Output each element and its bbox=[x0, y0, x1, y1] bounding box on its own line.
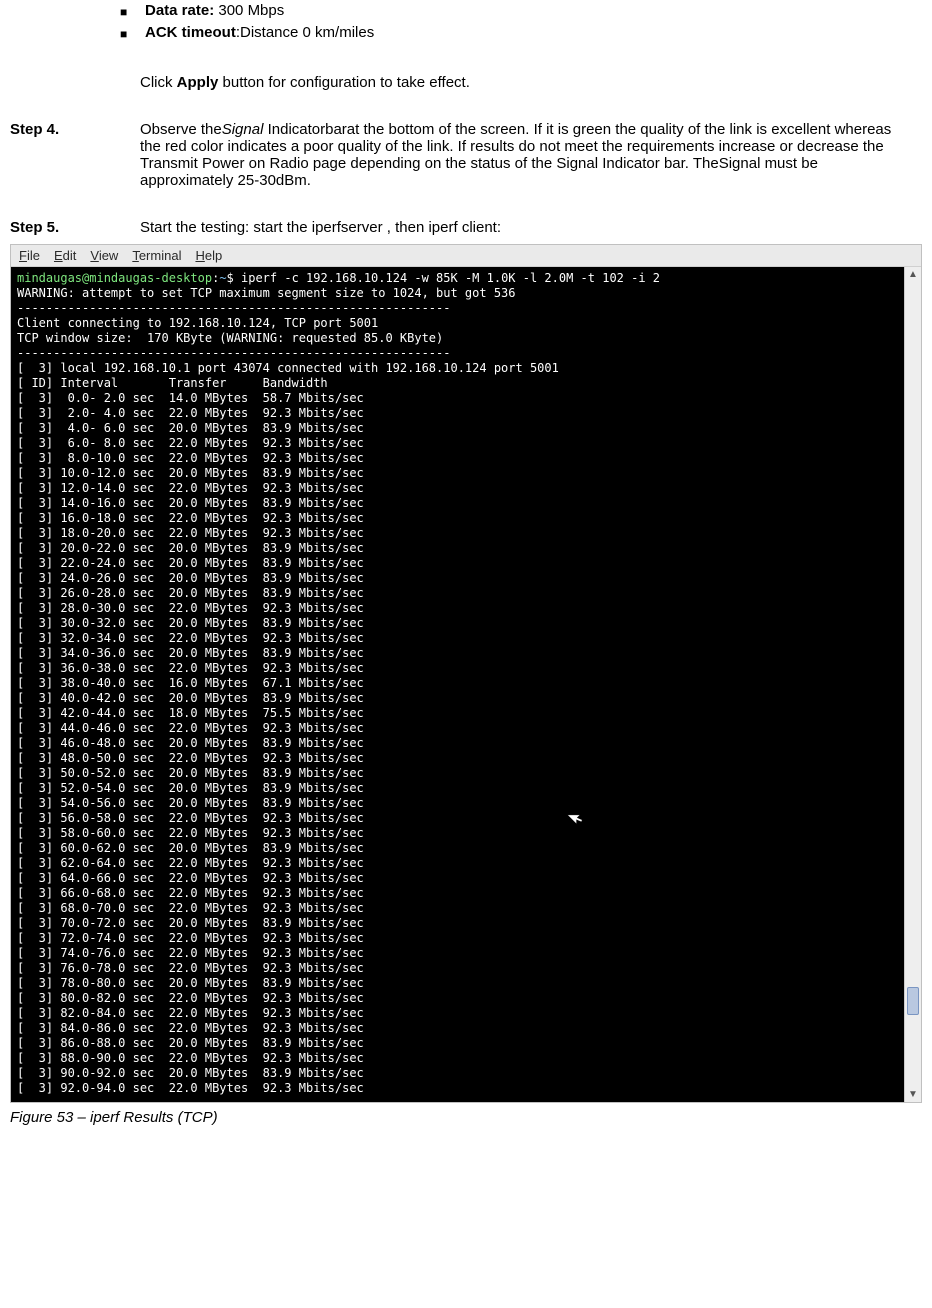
step-4-label: Step 4. bbox=[10, 121, 140, 138]
figure-caption: Figure 53 – iperf Results (TCP) bbox=[10, 1109, 922, 1126]
scroll-up-icon[interactable]: ▲ bbox=[905, 267, 921, 282]
mouse-cursor-icon bbox=[566, 805, 590, 829]
bullet-icon: ■ bbox=[120, 24, 145, 44]
terminal-menubar: File Edit View Terminal Help bbox=[11, 245, 921, 267]
menu-terminal[interactable]: Terminal bbox=[132, 248, 181, 263]
terminal-window: File Edit View Terminal Help mindaugas@m… bbox=[10, 244, 922, 1103]
bullet-data-rate: ■ Data rate: 300 Mbps bbox=[120, 2, 922, 22]
step-4: Step 4. Observe theSignal Indicatorbarat… bbox=[10, 121, 922, 189]
step-5-label: Step 5. bbox=[10, 219, 140, 236]
data-rate-value: 300 Mbps bbox=[214, 2, 284, 19]
ack-value: :Distance 0 km/miles bbox=[236, 24, 374, 41]
apply-instruction: Click Apply button for configuration to … bbox=[140, 74, 922, 91]
menu-help[interactable]: Help bbox=[195, 248, 222, 263]
bullet-ack: ■ ACK timeout:Distance 0 km/miles bbox=[120, 24, 922, 44]
ack-label: ACK timeout bbox=[145, 24, 236, 41]
data-rate-label: Data rate: bbox=[145, 2, 214, 19]
terminal-scrollbar[interactable]: ▲ ▼ bbox=[904, 267, 921, 1102]
scroll-thumb[interactable] bbox=[907, 987, 919, 1015]
menu-view[interactable]: View bbox=[90, 248, 118, 263]
terminal-output[interactable]: mindaugas@mindaugas-desktop:~$ iperf -c … bbox=[11, 267, 904, 1102]
menu-edit[interactable]: Edit bbox=[54, 248, 76, 263]
scroll-down-icon[interactable]: ▼ bbox=[905, 1087, 921, 1102]
bullet-icon: ■ bbox=[120, 2, 145, 22]
step-5-body: Start the testing: start the iperfserver… bbox=[140, 219, 922, 236]
menu-file[interactable]: File bbox=[19, 248, 40, 263]
step-4-body: Observe theSignal Indicatorbarat the bot… bbox=[140, 121, 922, 189]
step-5: Step 5. Start the testing: start the ipe… bbox=[10, 219, 922, 236]
bullet-list: ■ Data rate: 300 Mbps ■ ACK timeout:Dist… bbox=[120, 2, 922, 44]
